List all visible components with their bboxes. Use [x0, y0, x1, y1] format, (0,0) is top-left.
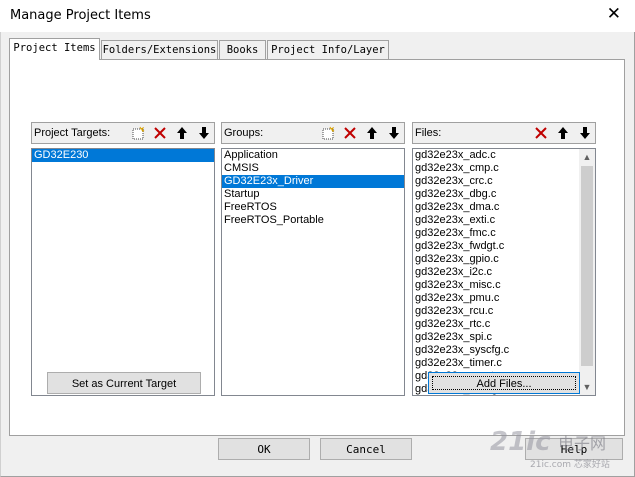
arrow-up-icon: [367, 126, 377, 139]
arrow-down-icon: [580, 126, 590, 139]
title-bar: Manage Project Items ✕: [0, 0, 635, 32]
list-item[interactable]: FreeRTOS: [222, 201, 404, 214]
window-title: Manage Project Items: [10, 8, 151, 23]
project-targets-label: Project Targets:: [34, 127, 111, 139]
project-targets-list[interactable]: GD32E230: [31, 148, 215, 396]
watermark-sub: 21ic.com 芯家好站: [530, 460, 610, 470]
list-item[interactable]: gd32e23x_gpio.c: [413, 253, 595, 266]
list-item[interactable]: gd32e23x_adc.c: [413, 149, 595, 162]
delete-icon: [535, 126, 547, 139]
list-item[interactable]: Application: [222, 149, 404, 162]
groups-list[interactable]: Application CMSIS GD32E23x_Driver Startup Fr…: [221, 148, 405, 396]
list-item[interactable]: gd32e23x_rtc.c: [413, 318, 595, 331]
tab-project-info-layer[interactable]: Project Info/Layer: [267, 40, 389, 59]
new-group-button[interactable]: [318, 124, 338, 141]
list-item[interactable]: gd32e23x_misc.c: [413, 279, 595, 292]
arrow-down-icon: [389, 126, 399, 139]
watermark: 21ic 电子网 21ic.com 芯家好站: [490, 427, 630, 473]
move-file-up-button[interactable]: [553, 124, 573, 141]
list-item[interactable]: gd32e23x_i2c.c: [413, 266, 595, 279]
delete-group-button[interactable]: [340, 124, 360, 141]
tab-folders-extensions[interactable]: Folders/Extensions: [101, 40, 218, 59]
close-icon[interactable]: ✕: [607, 4, 621, 24]
delete-file-button[interactable]: [531, 124, 551, 141]
files-scrollbar[interactable]: ▲ ▼: [579, 149, 595, 395]
tab-project-items[interactable]: Project Items: [9, 38, 100, 60]
list-item[interactable]: GD32E23x_Driver: [222, 175, 404, 188]
list-item[interactable]: gd32e23x_dbg.c: [413, 188, 595, 201]
list-item[interactable]: gd32e23x_rcu.c: [413, 305, 595, 318]
delete-target-button[interactable]: [150, 124, 170, 141]
list-item[interactable]: gd32e23x_pmu.c: [413, 292, 595, 305]
move-target-down-button[interactable]: [194, 124, 214, 141]
files-label: Files:: [415, 127, 442, 139]
files-group: Files: gd32e23x_adc.c gd32e23x_cmp.c gd32e…: [412, 122, 596, 396]
list-item[interactable]: gd32e23x_dma.c: [413, 201, 595, 214]
new-target-button[interactable]: [128, 124, 148, 141]
scroll-thumb[interactable]: [581, 166, 593, 366]
list-item[interactable]: gd32e23x_crc.c: [413, 175, 595, 188]
files-list[interactable]: gd32e23x_adc.c gd32e23x_cmp.c gd32e23x_crc…: [412, 148, 596, 396]
new-icon: [322, 126, 335, 139]
watermark-cn: 电子网: [558, 434, 607, 453]
list-item[interactable]: CMSIS: [222, 162, 404, 175]
groups-group: Groups: Application CMSIS GD32E23x_Driver S…: [221, 122, 405, 396]
move-group-up-button[interactable]: [362, 124, 382, 141]
project-targets-group: Project Targets: GD32E230: [31, 122, 215, 396]
add-files-button[interactable]: Add Files...: [428, 372, 580, 394]
move-group-down-button[interactable]: [384, 124, 404, 141]
arrow-up-icon: [177, 126, 187, 139]
tab-books[interactable]: Books: [219, 40, 266, 59]
arrow-up-icon: [558, 126, 568, 139]
watermark-logo: 21ic: [490, 427, 551, 457]
groups-header: Groups:: [221, 122, 405, 144]
delete-icon: [344, 126, 356, 139]
set-current-target-button[interactable]: Set as Current Target: [47, 372, 201, 394]
list-item[interactable]: FreeRTOS_Portable: [222, 214, 404, 227]
list-item[interactable]: gd32e23x_spi.c: [413, 331, 595, 344]
groups-label: Groups:: [224, 127, 264, 139]
project-targets-header: Project Targets:: [31, 122, 215, 144]
files-header: Files:: [412, 122, 596, 144]
list-item[interactable]: gd32e23x_cmp.c: [413, 162, 595, 175]
dialog-body: Project Items Folders/Extensions Books P…: [0, 32, 635, 477]
scroll-up-icon[interactable]: ▲: [579, 149, 595, 165]
arrow-down-icon: [199, 126, 209, 139]
list-item[interactable]: GD32E230: [32, 149, 214, 162]
focus-rect: Add Files...: [432, 376, 576, 390]
list-item[interactable]: Startup: [222, 188, 404, 201]
list-item[interactable]: gd32e23x_syscfg.c: [413, 344, 595, 357]
cancel-button[interactable]: Cancel: [320, 438, 412, 460]
new-icon: [132, 126, 145, 139]
delete-icon: [154, 126, 166, 139]
move-target-up-button[interactable]: [172, 124, 192, 141]
list-item[interactable]: gd32e23x_exti.c: [413, 214, 595, 227]
move-file-down-button[interactable]: [575, 124, 595, 141]
list-item[interactable]: gd32e23x_fmc.c: [413, 227, 595, 240]
tab-panel: Project Targets: GD32E230 Groups: Applic…: [9, 59, 625, 436]
list-item[interactable]: gd32e23x_fwdgt.c: [413, 240, 595, 253]
ok-button[interactable]: OK: [218, 438, 310, 460]
scroll-down-icon[interactable]: ▼: [579, 379, 595, 395]
list-item[interactable]: gd32e23x_timer.c: [413, 357, 595, 370]
